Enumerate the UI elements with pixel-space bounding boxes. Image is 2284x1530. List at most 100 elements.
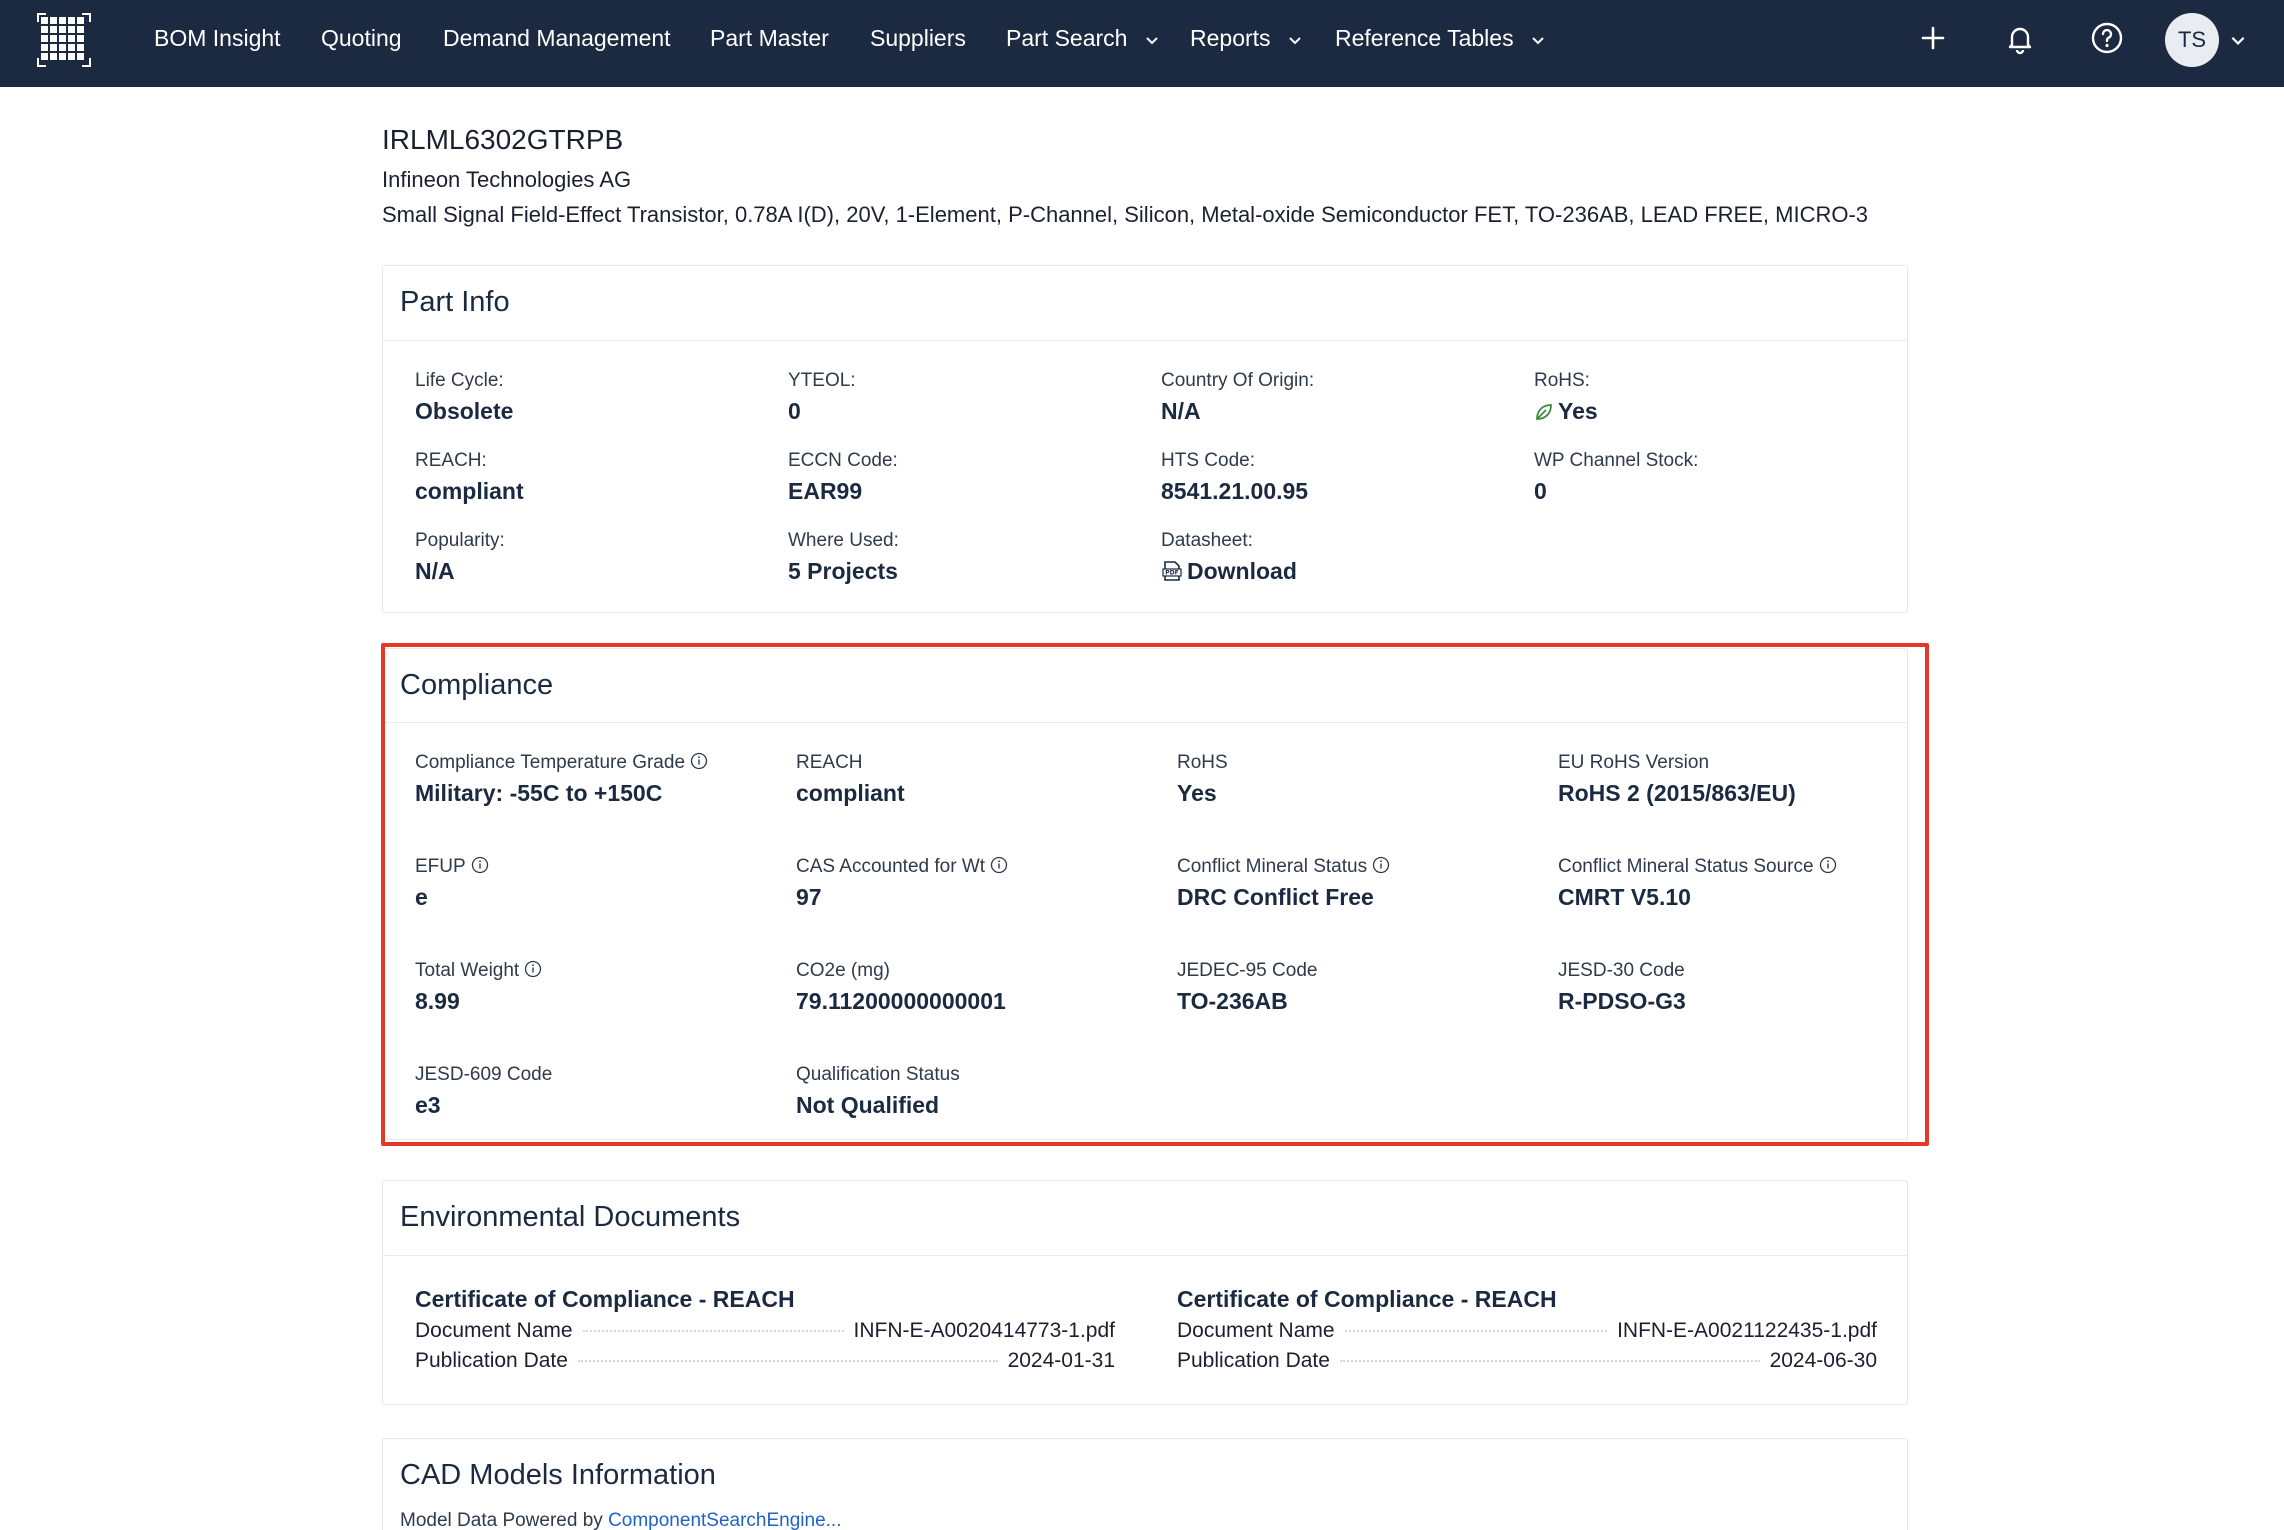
field-eu-rohs-version: EU RoHS Version RoHS 2 (2015/863/EU) [1558, 752, 1796, 807]
field-value: e3 [415, 1092, 441, 1118]
plus-icon[interactable] [1913, 18, 1953, 58]
field-label: RoHS: [1534, 370, 1590, 391]
chevron-down-icon[interactable] [2229, 31, 2247, 49]
field-label: JESD-609 Code [415, 1064, 553, 1085]
field-hts-code: HTS Code: 8541.21.00.95 [1161, 450, 1308, 505]
document-item: Certificate of Compliance - REACH Docume… [415, 1286, 1115, 1373]
compliance-card: Compliance Compliance Temperature Grade … [382, 648, 1908, 1140]
part-info-card: Part Info Life Cycle: Obsolete YTEOL: 0 … [382, 265, 1908, 613]
field-datasheet: Datasheet: PDF Download [1161, 530, 1297, 585]
info-icon[interactable] [471, 856, 489, 874]
part-number-title: IRLML6302GTRPB [382, 124, 624, 155]
field-life-cycle: Life Cycle: Obsolete [415, 370, 513, 425]
divider [383, 1255, 1907, 1256]
field-value: 97 [796, 884, 822, 910]
field-label: REACH [796, 752, 863, 773]
field-jedec-95-code: JEDEC-95 Code TO-236AB [1177, 960, 1317, 1015]
manufacturer-name: Infineon Technologies AG [382, 167, 632, 192]
field-label: CO2e (mg) [796, 960, 890, 981]
where-used-link[interactable]: 5 Projects [788, 558, 899, 585]
info-icon[interactable] [524, 960, 542, 978]
document-title[interactable]: Certificate of Compliance - REACH [415, 1286, 1115, 1313]
bell-icon[interactable] [2000, 18, 2040, 58]
field-eccn-code: ECCN Code: EAR99 [788, 450, 898, 505]
field-yteol: YTEOL: 0 [788, 370, 856, 425]
field-label: Where Used: [788, 530, 899, 551]
app-grid-logo-icon[interactable] [37, 13, 91, 67]
nav-demand-management[interactable]: Demand Management [443, 0, 671, 87]
avatar[interactable]: TS [2165, 13, 2219, 67]
nav-part-search[interactable]: Part Search [1006, 0, 1160, 87]
divider [383, 722, 1907, 723]
field-value: compliant [796, 780, 905, 806]
nav-reports[interactable]: Reports [1190, 0, 1303, 87]
field-total-weight: Total Weight 8.99 [415, 960, 542, 1015]
field-value: Obsolete [415, 398, 514, 424]
document-title[interactable]: Certificate of Compliance - REACH [1177, 1286, 1877, 1313]
field-label: Conflict Mineral Status Source [1558, 856, 1837, 878]
field-popularity: Popularity: N/A [415, 530, 505, 585]
field-value: 0 [788, 398, 801, 424]
info-icon[interactable] [690, 752, 708, 770]
field-label: HTS Code: [1161, 450, 1255, 471]
field-label: Popularity: [415, 530, 505, 551]
field-label: Datasheet: [1161, 530, 1253, 551]
chevron-down-icon [1532, 37, 1544, 45]
field-conflict-mineral-status: Conflict Mineral Status DRC Conflict Fre… [1177, 856, 1390, 911]
field-value: 8.99 [415, 988, 460, 1014]
info-icon[interactable] [990, 856, 1008, 874]
field-value: e [415, 884, 428, 910]
field-label: Compliance Temperature Grade [415, 752, 708, 774]
dotted-leader [577, 1360, 998, 1362]
field-value: EAR99 [788, 478, 863, 504]
field-value: Yes [1177, 780, 1217, 806]
field-country-of-origin: Country Of Origin: N/A [1161, 370, 1314, 425]
field-value: N/A [1161, 398, 1201, 424]
field-label: CAS Accounted for Wt [796, 856, 1008, 878]
field-value: compliant [415, 478, 524, 504]
nav-bom-insight[interactable]: BOM Insight [154, 0, 281, 87]
document-file-name[interactable]: INFN-E-A0020414773-1.pdf [854, 1319, 1116, 1343]
chevron-down-icon [1289, 37, 1301, 45]
chevron-down-icon [1146, 37, 1158, 45]
top-nav: BOM Insight Quoting Demand Management Pa… [0, 0, 2284, 87]
dotted-leader [1339, 1360, 1760, 1362]
field-label: EFUP [415, 856, 489, 878]
divider [383, 340, 1907, 341]
info-icon[interactable] [1372, 856, 1390, 874]
dotted-leader [582, 1330, 844, 1332]
environmental-documents-card: Environmental Documents Certificate of C… [382, 1180, 1908, 1405]
datasheet-download-link[interactable]: PDF Download [1161, 558, 1297, 585]
field-value: RoHS 2 (2015/863/EU) [1558, 780, 1796, 806]
powered-by-text: Model Data Powered by [400, 1510, 603, 1530]
nav-suppliers[interactable]: Suppliers [870, 0, 966, 87]
field-efup: EFUP e [415, 856, 489, 911]
document-file-name[interactable]: INFN-E-A0021122435-1.pdf [1617, 1319, 1877, 1343]
field-rohs: RoHS: Yes [1534, 370, 1598, 425]
field-value: Not Qualified [796, 1092, 940, 1118]
field-label: RoHS [1177, 752, 1228, 773]
nav-reference-tables[interactable]: Reference Tables [1335, 0, 1546, 87]
row-label: Publication Date [1177, 1349, 1330, 1372]
field-value: CMRT V5.10 [1558, 884, 1691, 910]
field-value: 0 [1534, 478, 1547, 504]
help-icon[interactable] [2087, 18, 2127, 58]
field-label: Conflict Mineral Status [1177, 856, 1390, 878]
field-reach: REACH: compliant [415, 450, 524, 505]
info-icon[interactable] [1819, 856, 1837, 874]
nav-quoting[interactable]: Quoting [321, 0, 402, 87]
download-text: Download [1187, 558, 1297, 584]
field-label: ECCN Code: [788, 450, 898, 471]
field-jesd-609-code: JESD-609 Code e3 [415, 1064, 552, 1119]
part-info-title: Part Info [400, 286, 510, 318]
field-value: R-PDSO-G3 [1558, 988, 1686, 1014]
field-where-used: Where Used: 5 Projects [788, 530, 899, 585]
component-search-engine-link[interactable]: ComponentSearchEngine... [608, 1510, 841, 1530]
field-wp-channel-stock: WP Channel Stock: 0 [1534, 450, 1698, 505]
field-reach: REACH compliant [796, 752, 905, 807]
row-label: Document Name [415, 1319, 573, 1342]
publication-date-row: Publication Date 2024-06-30 [1177, 1349, 1877, 1373]
nav-part-master[interactable]: Part Master [710, 0, 829, 87]
field-qualification-status: Qualification Status Not Qualified [796, 1064, 960, 1119]
field-label: WP Channel Stock: [1534, 450, 1699, 471]
